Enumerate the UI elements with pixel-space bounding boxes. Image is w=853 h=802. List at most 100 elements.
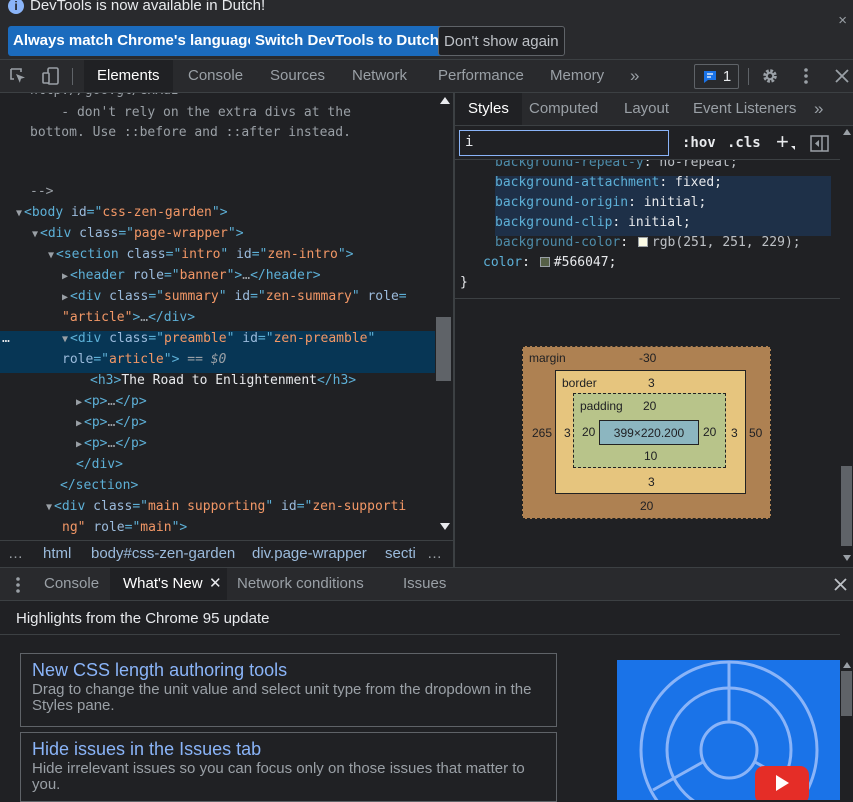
dom-node-line[interactable]: </div> <box>76 457 123 472</box>
box-model-margin[interactable]: margin -30 265 50 20 border 3 3 3 3 padd… <box>522 346 771 519</box>
dom-node-line[interactable]: ▶ <p>…</p> <box>76 415 147 430</box>
css-property-name[interactable]: background-repeat-y <box>495 160 644 170</box>
elements-scroll-thumb[interactable] <box>436 317 451 381</box>
scroll-up-arrow-icon[interactable] <box>843 129 851 135</box>
css-property-name[interactable]: background-color <box>495 235 620 250</box>
styles-filter-input[interactable]: i <box>459 130 669 156</box>
expand-triangle-icon[interactable]: ▼ <box>32 229 38 240</box>
scroll-down-arrow-icon[interactable] <box>843 555 851 561</box>
margin-right-value[interactable]: 50 <box>749 426 762 440</box>
css-property-value[interactable]: initial; <box>628 215 691 230</box>
css-rules-pane[interactable]: background-repeat-y: no-repeat; backgroun… <box>455 160 840 298</box>
dom-node-line[interactable]: - don't rely on the extra divs at the <box>30 105 351 120</box>
always-match-language-button[interactable]: Always match Chrome's language <box>8 26 261 56</box>
css-property-name[interactable]: background-origin <box>495 195 628 210</box>
tab-elements[interactable]: Elements <box>84 60 173 92</box>
expand-triangle-icon[interactable]: ▶ <box>76 418 82 429</box>
expand-triangle-icon[interactable]: ▼ <box>62 334 68 345</box>
breadcrumb-section[interactable]: secti <box>385 545 416 562</box>
drawer-tab-network-conditions[interactable]: Network conditions <box>237 568 364 600</box>
dom-node-line[interactable]: role="article"> == $0 <box>62 352 226 367</box>
scroll-up-arrow-icon[interactable] <box>440 97 450 104</box>
drawer-tab-whats-new[interactable]: What's New ✕ <box>110 568 227 600</box>
css-property-value[interactable]: initial; <box>644 195 707 210</box>
feature-card[interactable]: New CSS length authoring tools Drag to c… <box>20 653 557 727</box>
padding-left-value[interactable]: 20 <box>582 425 595 439</box>
css-property-value[interactable]: #566047; <box>554 255 617 270</box>
css-property-line[interactable]: background-clip: initial; <box>495 215 691 230</box>
dom-node-line[interactable]: ▼ <div class="preamble" id="zen-preamble" <box>62 331 375 346</box>
device-toolbar-icon[interactable] <box>40 66 62 86</box>
dom-node-line[interactable]: ▼ <body id="css-zen-garden"> <box>16 205 228 220</box>
chrome-update-video-thumbnail[interactable] <box>617 660 840 800</box>
selected-node-ellipsis[interactable]: … <box>2 331 10 346</box>
class-toggle[interactable]: .cls <box>727 135 761 151</box>
tab-memory[interactable]: Memory <box>550 60 604 92</box>
tab-network[interactable]: Network <box>352 60 407 92</box>
css-property-value[interactable]: fixed; <box>675 175 722 190</box>
tab-sources[interactable]: Sources <box>270 60 325 92</box>
padding-bottom-value[interactable]: 10 <box>644 449 657 463</box>
dom-node-line[interactable]: ▼ <div class="main supporting" id="zen-su… <box>46 499 406 514</box>
border-top-value[interactable]: 3 <box>648 376 655 390</box>
infobar-close-icon[interactable]: × <box>838 12 847 29</box>
tab-console[interactable]: Console <box>188 60 243 92</box>
css-property-name[interactable]: background-attachment <box>495 175 659 190</box>
breadcrumb-page-wrapper[interactable]: div.page-wrapper <box>252 545 367 562</box>
breadcrumb-scroll-right[interactable]: … <box>427 545 442 562</box>
margin-top-value[interactable]: -30 <box>639 351 656 365</box>
margin-left-value[interactable]: 265 <box>532 426 552 440</box>
feature-card[interactable]: Hide issues in the Issues tab Hide irrel… <box>20 732 557 802</box>
css-property-line[interactable]: color: #566047; <box>483 255 616 270</box>
switch-to-dutch-button[interactable]: Switch DevTools to Dutch <box>250 26 444 56</box>
inspect-element-icon[interactable] <box>8 67 28 85</box>
styles-scroll-thumb[interactable] <box>841 466 852 546</box>
close-devtools-icon[interactable] <box>832 66 852 86</box>
dom-node-line[interactable]: ▶ <p>…</p> <box>76 394 147 409</box>
css-property-value[interactable]: rgb(251, 251, 229); <box>652 235 801 250</box>
color-swatch-icon[interactable] <box>539 257 550 267</box>
close-tab-icon[interactable]: ✕ <box>209 568 222 600</box>
breadcrumb-html[interactable]: html <box>43 545 71 562</box>
feature-card-title[interactable]: New CSS length authoring tools <box>32 658 545 682</box>
padding-top-value[interactable]: 20 <box>643 399 656 413</box>
settings-gear-icon[interactable] <box>760 66 780 86</box>
dom-node-line[interactable]: bottom. Use ::before and ::after instead… <box>30 125 351 140</box>
dom-node-line[interactable]: http://goo.gl/GxXuI <box>30 93 179 98</box>
padding-right-value[interactable]: 20 <box>703 425 716 439</box>
drawer-tab-issues[interactable]: Issues <box>403 568 446 600</box>
drawer-scroll-thumb[interactable] <box>841 671 852 716</box>
dom-node-line[interactable]: "article">…</div> <box>62 310 195 325</box>
dom-node-line[interactable]: <h3>The Road to Enlightenment</h3> <box>90 373 356 388</box>
dom-node-line[interactable]: ▼ <section class="intro" id="zen-intro"> <box>48 247 354 262</box>
box-model-content-size[interactable]: 399×220.200 <box>599 420 699 445</box>
color-swatch-icon[interactable] <box>637 237 648 247</box>
border-left-value[interactable]: 3 <box>564 426 571 440</box>
dont-show-again-button[interactable]: Don't show again <box>438 26 565 56</box>
margin-bottom-value[interactable]: 20 <box>640 499 653 513</box>
border-bottom-value[interactable]: 3 <box>648 475 655 489</box>
dom-node-line[interactable]: ▶ <header role="banner">…</header> <box>62 268 321 283</box>
expand-triangle-icon[interactable]: ▶ <box>76 397 82 408</box>
more-sidebar-tabs-button[interactable]: » <box>814 93 823 125</box>
dom-node-line[interactable]: ng" role="main"> <box>62 520 187 535</box>
new-style-rule-plus-icon[interactable]: + <box>776 129 789 155</box>
expand-triangle-icon[interactable]: ▶ <box>62 271 68 282</box>
expand-triangle-icon[interactable]: ▼ <box>46 502 52 513</box>
tab-event-listeners[interactable]: Event Listeners <box>693 93 796 125</box>
css-property-line[interactable]: background-attachment: fixed; <box>495 175 722 190</box>
dom-node-line[interactable]: ▶ <p>…</p> <box>76 436 147 451</box>
hover-state-toggle[interactable]: :hov <box>682 135 716 151</box>
breadcrumb-body[interactable]: body#css-zen-garden <box>91 545 235 562</box>
breadcrumb-scroll-left[interactable]: … <box>8 545 23 562</box>
css-property-line[interactable]: background-origin: initial; <box>495 195 706 210</box>
scroll-down-arrow-icon[interactable] <box>440 523 450 530</box>
expand-triangle-icon[interactable]: ▶ <box>76 439 82 450</box>
tab-performance[interactable]: Performance <box>438 60 524 92</box>
new-rule-menu-corner-icon[interactable] <box>791 146 795 150</box>
dom-node-line[interactable]: ▼ <div class="page-wrapper"> <box>32 226 244 241</box>
dom-node-line[interactable]: --> <box>30 184 53 199</box>
box-model-border[interactable]: border 3 3 3 3 padding 20 20 20 10 399×2… <box>555 370 746 494</box>
expand-triangle-icon[interactable]: ▼ <box>16 208 22 219</box>
tab-layout[interactable]: Layout <box>624 93 669 125</box>
